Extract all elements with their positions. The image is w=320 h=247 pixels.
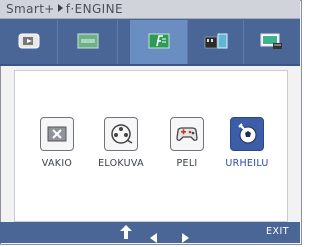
ratio-screen-icon [77,33,99,53]
normal-mode-icon [47,126,67,142]
bottom-nav-bar: EXIT [0,222,300,243]
tab-color[interactable] [188,20,244,64]
breadcrumb-arrow-icon [57,4,63,12]
nav-left-icon[interactable] [150,228,158,247]
mode-elokuva-button[interactable] [104,117,138,151]
mode-urheilu-button[interactable] [230,117,264,151]
page-title: Smart+ f·ENGINE [6,1,123,17]
input-source-icon [18,33,40,53]
mode-peli[interactable]: PELI [163,117,211,169]
f-engine-icon [148,33,170,53]
title-engine: f·ENGINE [65,2,123,16]
tab-f-engine[interactable] [130,20,188,64]
mode-vakio[interactable]: VAKIO [33,117,81,169]
title-bar: Smart+ f·ENGINE [0,0,300,19]
mode-peli-button[interactable] [170,117,204,151]
nav-right-icon[interactable] [182,228,190,247]
game-mode-icon [176,127,198,141]
monitor-setup-icon [260,33,284,54]
exit-button[interactable]: EXIT [266,226,289,237]
tab-input[interactable] [0,20,58,64]
mode-urheilu[interactable]: URHEILU [223,117,271,169]
mode-vakio-button[interactable] [40,117,74,151]
mode-label: PELI [176,158,198,169]
sport-mode-icon [238,123,257,144]
nav-back-up-icon[interactable] [120,225,132,244]
movie-mode-icon [111,124,133,144]
mode-elokuva[interactable]: ELOKUVA [97,117,145,169]
mode-panel: VAKIO ELOKUVA PELI URHEILU [14,70,288,222]
title-brand: Smart+ [6,2,55,16]
mode-label: VAKIO [41,158,73,169]
mode-label: ELOKUVA [98,158,144,169]
mode-label: URHEILU [225,158,269,169]
color-adjust-icon [204,33,228,53]
tab-ratio[interactable] [58,20,118,64]
tab-setup[interactable] [244,20,300,64]
